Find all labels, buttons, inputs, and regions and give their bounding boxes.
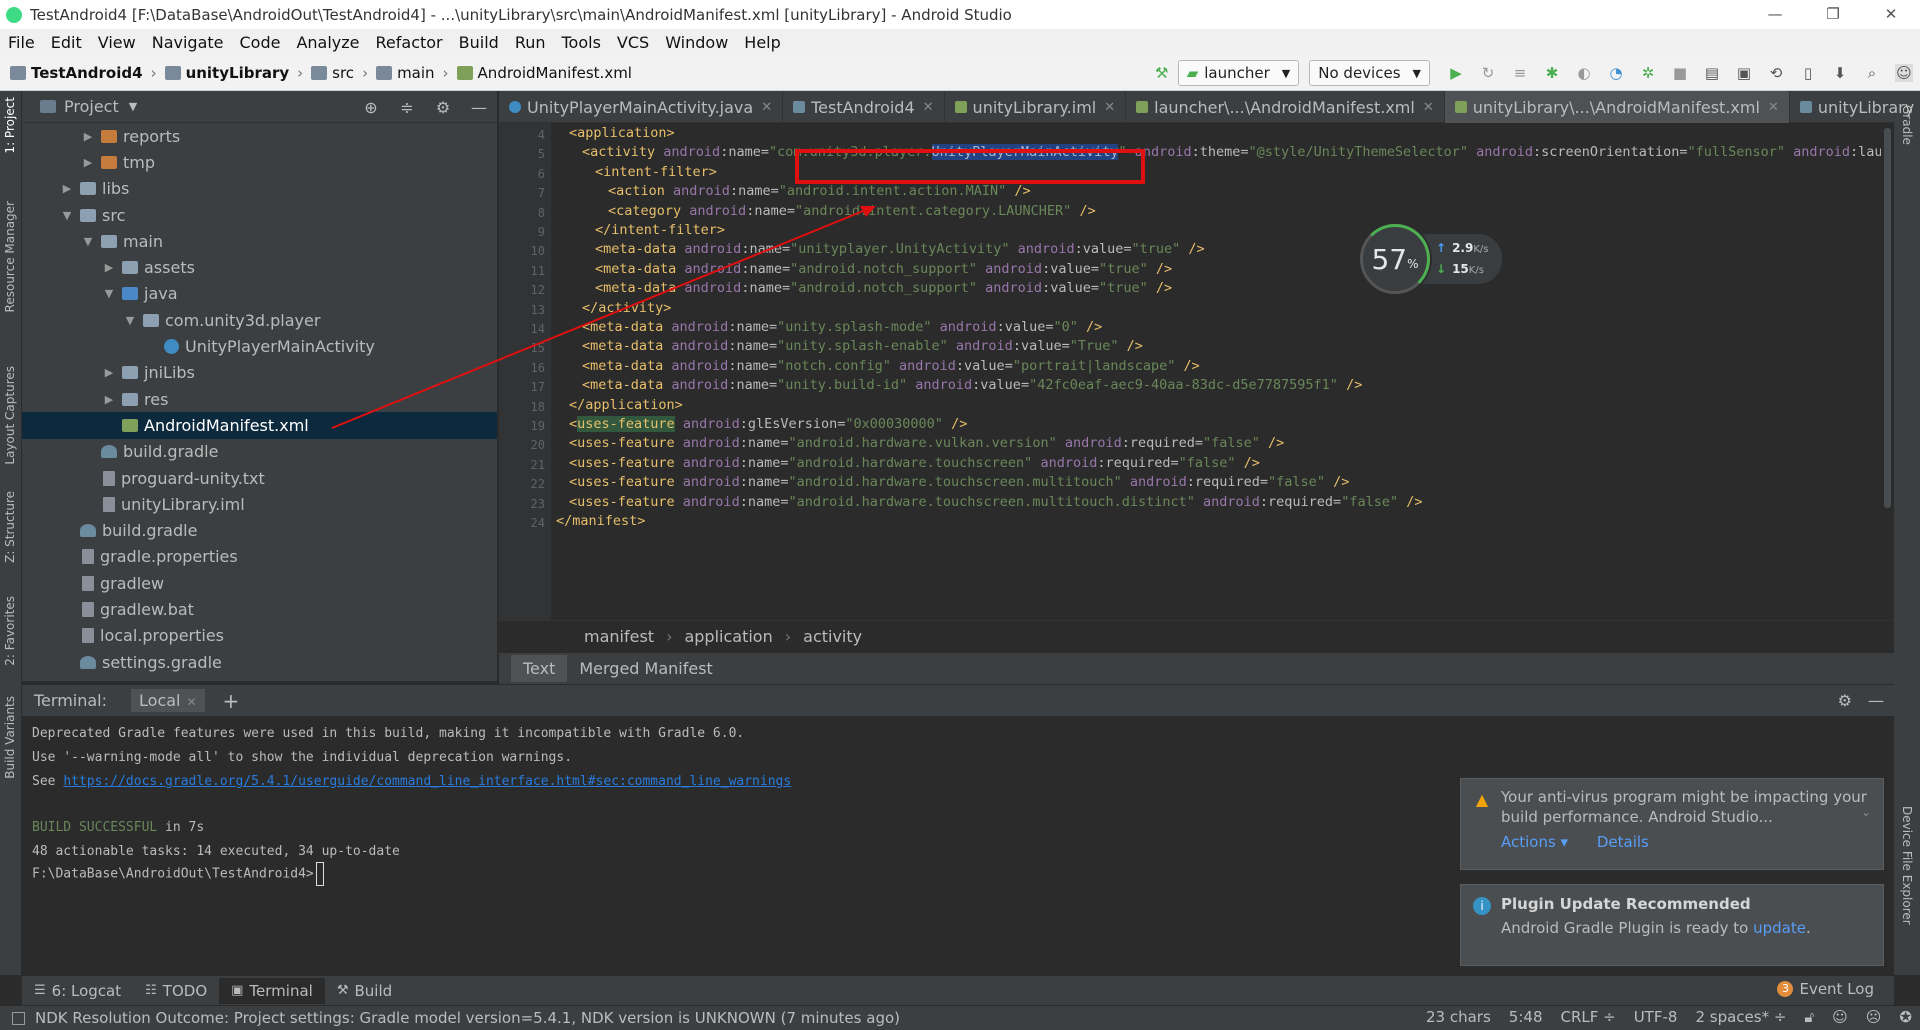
- upload-unit: K/s: [1473, 244, 1489, 255]
- download-speed: 15: [1452, 262, 1469, 276]
- terminal-line: Use '--warning-mode all' to show the ind…: [32, 750, 573, 765]
- selection-chars: 23 chars: [1426, 1008, 1491, 1026]
- terminal-title: Terminal:: [34, 691, 108, 710]
- download-arrow-icon: ↓: [1436, 262, 1447, 276]
- upload-speed: 2.9: [1452, 241, 1474, 255]
- indent-setting[interactable]: 2 spaces* ÷: [1695, 1008, 1786, 1026]
- smiley-icon[interactable]: ☺: [1832, 1008, 1848, 1026]
- gradle-docs-link[interactable]: https://docs.gradle.org/5.4.1/userguide/…: [63, 774, 791, 789]
- new-session-plus-icon[interactable]: +: [223, 689, 240, 713]
- tab-merged-manifest[interactable]: Merged Manifest: [567, 655, 724, 682]
- antivirus-notification: ▲ Your anti-virus program might be impac…: [1460, 778, 1884, 870]
- terminal-header: Terminal: Local ✕ + ⚙ —: [22, 684, 1894, 716]
- file-encoding[interactable]: UTF-8: [1634, 1008, 1678, 1026]
- caret-position[interactable]: 5:48: [1509, 1008, 1543, 1026]
- inspection-icon[interactable]: ✪: [1899, 1008, 1912, 1026]
- crumb-application[interactable]: application: [684, 627, 772, 646]
- terminal-line: Deprecated Gradle features were used in …: [32, 726, 745, 741]
- actions-link[interactable]: Actions ▾: [1501, 833, 1568, 851]
- info-icon: i: [1473, 897, 1491, 915]
- notification-text: Your anti-virus program might be impacti…: [1501, 788, 1867, 826]
- sad-face-icon[interactable]: ☹: [1866, 1008, 1882, 1026]
- terminal-prompt[interactable]: F:\DataBase\AndroidOut\TestAndroid4>: [32, 862, 324, 886]
- status-bar: NDK Resolution Outcome: Project settings…: [0, 1005, 1920, 1030]
- download-unit: K/s: [1468, 265, 1484, 276]
- bottom-tool-bar: ☰ 6: Logcat ☷ TODO ▣ Terminal ⚒ Build 3 Even…: [22, 975, 1894, 1005]
- terminal-cursor: [315, 862, 324, 886]
- terminal-tool-button[interactable]: ▣ Terminal: [219, 977, 325, 1004]
- hide-panel-icon[interactable]: —: [1868, 691, 1884, 710]
- hammer-icon: ⚒: [336, 983, 349, 998]
- crumb-activity[interactable]: activity: [803, 627, 862, 646]
- manifest-view-tabs: Text Merged Manifest: [499, 652, 1894, 684]
- memory-gauge: 57%: [1360, 224, 1430, 294]
- upload-arrow-icon: ↑: [1436, 241, 1447, 255]
- details-link[interactable]: Details: [1597, 833, 1649, 851]
- notification-title: Plugin Update Recommended: [1501, 895, 1751, 913]
- terminal-line: See https://docs.gradle.org/5.4.1/usergu…: [32, 774, 792, 789]
- line-separator[interactable]: CRLF ÷: [1560, 1008, 1615, 1026]
- lock-icon[interactable]: 🔓︎: [1804, 1008, 1814, 1026]
- event-log-button[interactable]: 3 Event Log: [1777, 980, 1874, 998]
- editor-breadcrumb: manifest › application › activity: [499, 620, 1894, 652]
- todo-tool-button[interactable]: ☷ TODO: [133, 978, 219, 1004]
- update-link[interactable]: update: [1753, 919, 1806, 937]
- plugin-update-notification: i Plugin Update Recommended Android Grad…: [1460, 884, 1884, 966]
- tool-windows-toggle-icon[interactable]: [12, 1011, 25, 1025]
- status-message[interactable]: NDK Resolution Outcome: Project settings…: [35, 1009, 900, 1027]
- logcat-icon: ☰: [34, 983, 46, 998]
- close-icon[interactable]: ✕: [186, 695, 196, 709]
- gear-icon[interactable]: ⚙: [1838, 691, 1852, 710]
- notification-text: Android Gradle Plugin is ready to update…: [1501, 919, 1811, 937]
- chevron-down-icon[interactable]: ⌄: [1861, 805, 1871, 819]
- tab-text[interactable]: Text: [511, 655, 568, 682]
- build-tool-button[interactable]: ⚒ Build: [325, 978, 404, 1004]
- build-status: BUILD SUCCESSFUL: [32, 820, 158, 835]
- warning-icon: ▲: [1475, 790, 1489, 809]
- event-log-badge: 3: [1777, 981, 1794, 997]
- crumb-manifest[interactable]: manifest: [584, 627, 654, 646]
- terminal-session-tab[interactable]: Local ✕: [131, 689, 205, 712]
- terminal-icon: ▣: [231, 983, 244, 998]
- todo-icon: ☷: [145, 983, 157, 998]
- terminal-line: 48 actionable tasks: 14 executed, 34 up-…: [32, 844, 400, 859]
- logcat-tool-button[interactable]: ☰ 6: Logcat: [22, 978, 133, 1004]
- network-speed-widget: ↑ 2.9K/s ↓ 15K/s 57%: [1360, 224, 1520, 296]
- terminal-line: BUILD SUCCESSFUL in 7s: [32, 820, 205, 835]
- speed-pill: ↑ 2.9K/s ↓ 15K/s: [1422, 234, 1502, 284]
